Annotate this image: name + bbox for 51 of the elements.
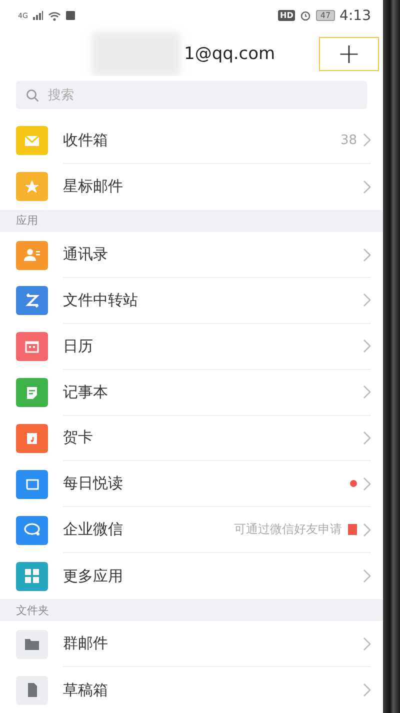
chevron-icon [363, 180, 371, 194]
menu-row[interactable]: 收件箱 38 [0, 118, 383, 164]
hint-text: 可通过微信好友申请 [234, 521, 342, 538]
chevron-icon [363, 522, 371, 537]
menu-row[interactable]: 群邮件 [0, 621, 383, 668]
chevron-icon [363, 293, 371, 308]
menu-label: 更多应用 [63, 566, 123, 586]
menu-label: 草稿箱 [63, 680, 108, 700]
chevron-icon [363, 569, 371, 584]
chevron-icon [363, 430, 371, 445]
notification-icon [66, 11, 75, 20]
chevron-icon [363, 385, 371, 400]
chevron-icon [363, 248, 371, 262]
search-field[interactable]: 搜索 [16, 81, 367, 110]
hd-badge: HD [278, 10, 296, 22]
clock-time: 4:13 [340, 8, 371, 24]
menu-label: 日历 [63, 336, 93, 356]
account-email: 1@qq.com [184, 44, 276, 64]
menu-label: 星标邮件 [63, 177, 123, 196]
section-header: 文件夹 [0, 598, 383, 622]
menu-row[interactable]: 记事本 [0, 370, 383, 416]
battery-level: 47 [316, 10, 335, 22]
menu-row[interactable]: 通讯录 [0, 232, 383, 278]
menu-label: 收件箱 [63, 130, 108, 150]
menu-row[interactable]: 企业微信 可通过微信好友申请 [0, 507, 383, 554]
menu-row[interactable]: 文件中转站 [0, 278, 383, 324]
menu-label: 企业微信 [63, 520, 123, 540]
signal-icon [32, 11, 43, 20]
menu-label: 通讯录 [63, 245, 108, 264]
menu-label: 记事本 [63, 382, 108, 402]
chevron-icon [363, 636, 371, 651]
menu-label: 贺卡 [63, 428, 93, 448]
search-icon [26, 89, 39, 102]
menu-row[interactable]: 星标邮件 [0, 164, 383, 210]
menu-row[interactable]: 更多应用 [0, 553, 383, 599]
add-button[interactable]: + [319, 36, 379, 71]
section-header: 应用 [0, 210, 383, 232]
menu-row[interactable]: 日历 [0, 324, 383, 370]
chevron-icon [363, 133, 371, 148]
menu-label: 群邮件 [63, 634, 108, 654]
chevron-icon [363, 476, 371, 491]
alarm-icon [300, 10, 312, 22]
menu-label: 文件中转站 [63, 290, 138, 310]
chevron-icon [363, 339, 371, 354]
wifi-icon [48, 10, 61, 21]
menu-label: 每日悦读 [63, 474, 123, 494]
menu-row[interactable]: 贺卡 [0, 416, 383, 462]
menu-row[interactable]: 草稿箱 [0, 667, 383, 713]
unread-count: 38 [340, 132, 357, 148]
chevron-icon [363, 683, 371, 698]
menu-row[interactable]: 每日悦读 [0, 461, 383, 508]
